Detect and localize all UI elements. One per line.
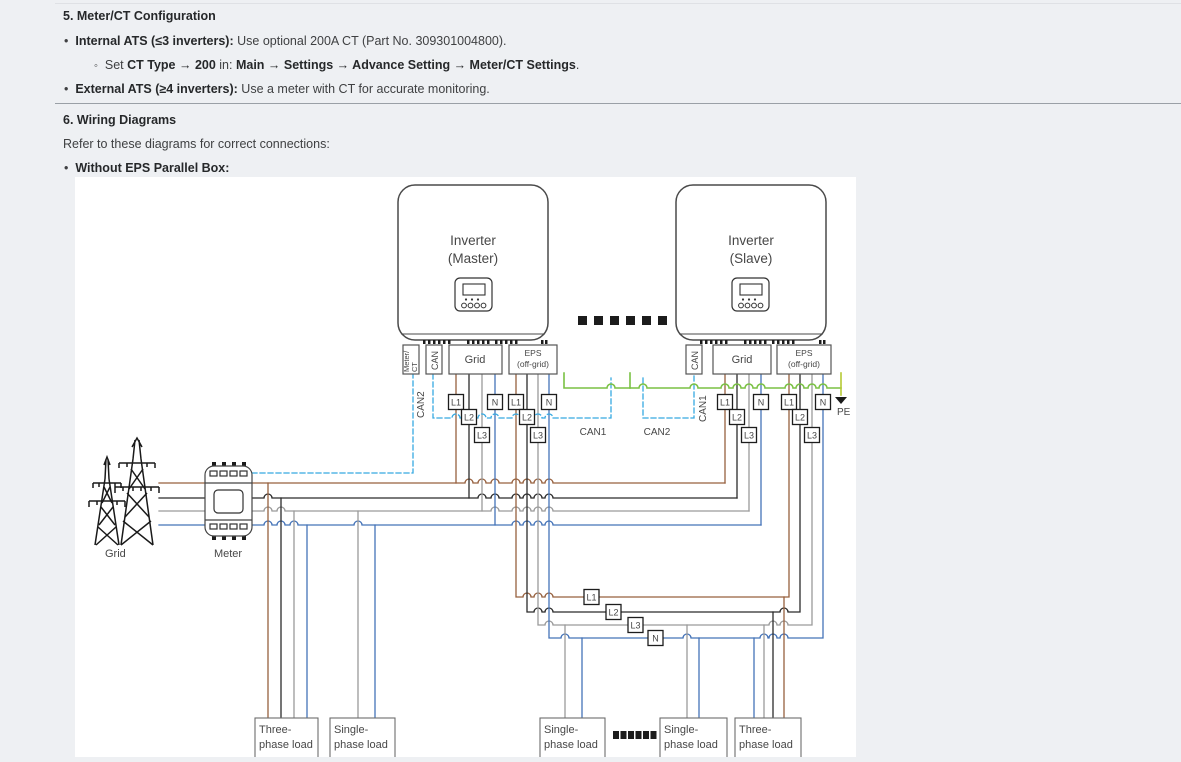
wire-label-l1: L1 [451, 398, 461, 408]
load-label-line2: phase load [334, 739, 388, 751]
grid-terminal-label: Grid [465, 354, 486, 366]
load-boxes: Three- phase load Single- phase load Sin… [255, 718, 801, 757]
wire-label-l1: L1 [784, 398, 794, 408]
more-loads-dots [613, 731, 657, 739]
slave-terminals: CAN Grid EPS (off-grid) [686, 345, 831, 374]
load-drop-wires [268, 483, 784, 718]
load-label-line2: phase load [259, 739, 313, 751]
bullet1-label: Without EPS Parallel Box: [75, 161, 229, 175]
eps-terminal-label1: EPS [795, 348, 812, 358]
inverter-slave: Inverter (Slave) [676, 185, 826, 344]
load-label-line2: phase load [544, 739, 598, 751]
wire-label-l3: L3 [477, 431, 487, 441]
grid-tower-icon [89, 438, 159, 545]
wire-label-n: N [820, 398, 827, 408]
section5-bullet2: • External ATS (≥4 inverters): Use a met… [64, 81, 490, 97]
pe-label: PE [837, 407, 851, 418]
eps-terminal-label2: (off-grid) [788, 359, 820, 369]
section6-bullet1: • Without EPS Parallel Box: [64, 160, 229, 176]
load-label-line1: Single- [664, 724, 699, 736]
wire-label-boxes: L1 L2 L3 N L1 L2 L3 N L1 L2 L3 N L1 L2 L… [449, 395, 831, 646]
load-label-line2: phase load [664, 739, 718, 751]
inverter-master: Inverter (Master) [398, 185, 548, 344]
eps-terminal-label1: EPS [524, 348, 541, 358]
wire-label-l2: L2 [795, 413, 805, 423]
can-terminal-label: CAN [690, 351, 700, 370]
wire-label-l3: L3 [744, 431, 754, 441]
can1-label: CAN1 [580, 427, 607, 438]
meter-ct-terminal-label2: CT [410, 362, 419, 372]
wire-label-l2: L2 [522, 413, 532, 423]
sub-part-4: . [576, 58, 579, 72]
can1-vertical-label: CAN1 [698, 395, 709, 422]
inverter-master-label-line1: Inverter [450, 233, 496, 248]
load-label-line1: Three- [739, 724, 772, 736]
wire-label-n: N [652, 634, 659, 644]
meter-icon [205, 462, 252, 540]
wire-label-l2: L2 [732, 413, 742, 423]
load-label-line1: Single- [334, 724, 369, 736]
bullet1-bold: Internal ATS (≤3 inverters): [75, 34, 233, 48]
load-label-line1: Single- [544, 724, 579, 736]
bullet2-rest: Use a meter with CT for accurate monitor… [238, 82, 490, 96]
sub-part-3: Main → Settings → Advance Setting → Mete… [236, 58, 576, 72]
circle-bullet-icon: ◦ [94, 60, 98, 72]
bullet-icon: • [64, 82, 68, 96]
grid-terminal-label: Grid [732, 354, 753, 366]
can2-vertical-label: CAN2 [416, 391, 427, 418]
can2-label: CAN2 [644, 427, 671, 438]
inverter-slave-label-line1: Inverter [728, 233, 774, 248]
grid-caption: Grid [105, 548, 126, 560]
bullet1-rest: Use optional 200A CT (Part No. 309301004… [234, 34, 507, 48]
wiring-diagram-svg: PE Grid Meter Inverter (Master) [75, 177, 856, 757]
wire-label-n: N [546, 398, 553, 408]
inverter-slave-label-line2: (Slave) [730, 251, 773, 266]
wire-label-l3: L3 [807, 431, 817, 441]
eps-bus-wires [516, 374, 823, 638]
section6-intro: Refer to these diagrams for correct conn… [63, 136, 330, 152]
inverter-display-icon [732, 278, 769, 311]
wire-label-l2: L2 [464, 413, 474, 423]
wire-label-l1: L1 [511, 398, 521, 408]
wire-label-n: N [758, 398, 765, 408]
can-terminal-label: CAN [430, 351, 440, 370]
section5-bullet1: • Internal ATS (≤3 inverters): Use optio… [64, 33, 507, 49]
wire-label-l3: L3 [630, 621, 640, 631]
wire-label-n: N [492, 398, 499, 408]
load-label-line1: Three- [259, 724, 292, 736]
sub-part-1: CT Type → 200 [127, 58, 216, 72]
bullet-icon: • [64, 34, 68, 48]
section6-heading: 6. Wiring Diagrams [63, 112, 176, 128]
wiring-diagram: PE Grid Meter Inverter (Master) [75, 177, 856, 757]
top-border-line [55, 3, 1181, 4]
wire-label-l1: L1 [586, 593, 596, 603]
section5-sub-bullet: ◦ Set CT Type → 200 in: Main → Settings … [94, 57, 579, 74]
load-label-line2: phase load [739, 739, 793, 751]
eps-terminal-label2: (off-grid) [517, 359, 549, 369]
section-divider [55, 103, 1181, 104]
wire-label-l1: L1 [720, 398, 730, 408]
more-inverters-dots [578, 316, 667, 325]
wire-label-l2: L2 [608, 608, 618, 618]
bullet2-bold: External ATS (≥4 inverters): [75, 82, 237, 96]
meter-caption: Meter [214, 548, 242, 560]
section5-heading: 5. Meter/CT Configuration [63, 8, 216, 24]
bullet-icon: • [64, 161, 68, 175]
master-terminals: Meter/ CT CAN Grid EPS (off-grid) [402, 345, 557, 374]
inverter-display-icon [455, 278, 492, 311]
wire-label-l3: L3 [533, 431, 543, 441]
sub-part-0: Set [105, 58, 127, 72]
document-page: { "document": { "section5": { "heading":… [0, 0, 1181, 757]
ground-symbol-icon [835, 397, 847, 404]
inverter-master-label-line2: (Master) [448, 251, 498, 266]
sub-part-2: in: [216, 58, 236, 72]
